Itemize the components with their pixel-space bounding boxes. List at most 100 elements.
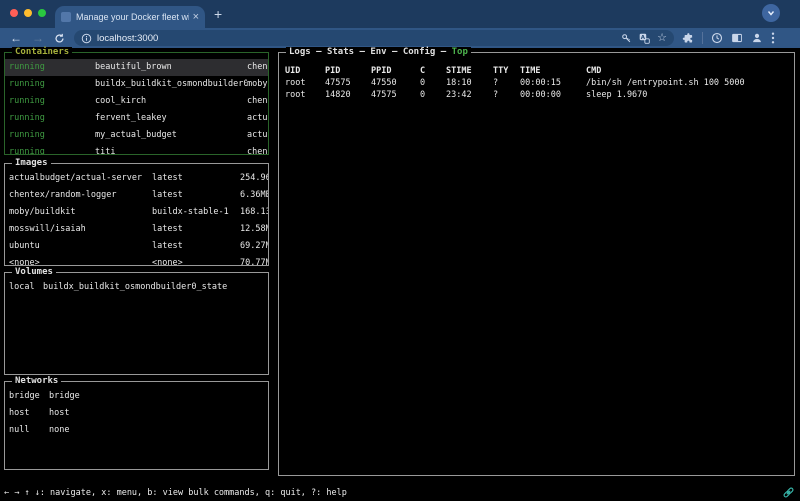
network-row[interactable]: host host	[5, 405, 268, 422]
tab-search-button[interactable]	[762, 4, 780, 22]
minimize-window-button[interactable]	[24, 9, 32, 17]
container-name: fervent_leakey	[95, 110, 247, 127]
image-row[interactable]: mosswill/isaiah latest 12.58MB	[5, 221, 268, 238]
tab-stats[interactable]: Stats	[327, 47, 354, 57]
network-name: bridge	[9, 388, 49, 405]
close-window-button[interactable]	[10, 9, 18, 17]
proc-cmd: sleep 1.9670	[586, 89, 794, 101]
container-row[interactable]: running fervent_leakey actualbudget/actu…	[5, 110, 268, 127]
image-name: moby/buildkit	[9, 204, 152, 221]
window-controls	[10, 9, 46, 17]
image-name: chentex/random-logger	[9, 187, 152, 204]
proc-cmd: /bin/sh /entrypoint.sh 100 5000	[586, 77, 794, 89]
container-row[interactable]: running buildx_buildkit_osmondbuilder0 m…	[5, 76, 268, 93]
address-bar[interactable]: localhost:3000 A ☆	[74, 30, 674, 46]
container-state: running	[9, 144, 95, 154]
col-c: C	[420, 65, 446, 77]
image-row[interactable]: ubuntu latest 69.27MB	[5, 238, 268, 255]
proc-time: 00:00:15	[520, 77, 586, 89]
tab-title: Manage your Docker fleet wi	[76, 12, 189, 22]
network-row[interactable]: bridge bridge	[5, 388, 268, 405]
volume-row[interactable]: local buildx_buildkit_osmondbuilder0_sta…	[5, 279, 268, 296]
image-row[interactable]: chentex/random-logger latest 6.36MB	[5, 187, 268, 204]
image-row[interactable]: actualbudget/actual-server latest 254.96…	[5, 170, 268, 187]
tab-env[interactable]: Env	[370, 47, 386, 57]
image-size: 70.77MB	[240, 255, 268, 265]
container-name: my_actual_budget	[95, 127, 247, 144]
container-state: running	[9, 76, 95, 93]
container-state: running	[9, 59, 95, 76]
proc-tty: ?	[493, 77, 520, 89]
proc-pid: 14820	[325, 89, 371, 101]
clock-extension-icon	[711, 32, 723, 44]
image-size: 12.58MB	[240, 221, 268, 238]
image-tag: latest	[152, 187, 240, 204]
inspector-tabs: Logs — Stats — Env — Config — Top	[286, 47, 471, 57]
profile-button[interactable]	[751, 32, 763, 44]
profile-avatar-icon	[751, 32, 763, 44]
col-time: TIME	[520, 65, 586, 77]
col-cmd: CMD	[586, 65, 794, 77]
password-manager-button[interactable]	[621, 33, 632, 44]
image-name: ubuntu	[9, 238, 152, 255]
container-image: chentex/random-logger	[247, 144, 268, 154]
site-info-icon[interactable]	[81, 33, 92, 44]
proc-stime: 23:42	[446, 89, 493, 101]
image-row[interactable]: moby/buildkit buildx-stable-1 168.13MB	[5, 204, 268, 221]
back-button[interactable]: ←	[10, 32, 22, 44]
url-text[interactable]: localhost:3000	[97, 33, 158, 44]
tab-logs[interactable]: Logs	[289, 47, 311, 57]
reload-button[interactable]	[54, 33, 65, 44]
network-driver: none	[49, 422, 268, 439]
container-state: running	[9, 127, 95, 144]
containers-list: running beautiful_brown chentex/random-l…	[5, 53, 268, 154]
container-row[interactable]: running titi chentex/random-logger	[5, 144, 268, 154]
process-table-header: UID PID PPID C STIME TTY TIME CMD	[285, 65, 794, 77]
maximize-window-button[interactable]	[38, 9, 46, 17]
network-driver: bridge	[49, 388, 268, 405]
tab-config[interactable]: Config	[403, 47, 436, 57]
puzzle-icon	[682, 32, 694, 44]
network-driver: host	[49, 405, 268, 422]
container-image: chentex/random-logger	[247, 93, 268, 110]
image-tag: latest	[152, 170, 240, 187]
volume-name: buildx_buildkit_osmondbuilder0_state	[43, 279, 268, 296]
translate-button[interactable]: A	[639, 33, 650, 44]
tab-favicon-icon	[61, 12, 71, 22]
browser-tab[interactable]: Manage your Docker fleet wi ×	[55, 6, 205, 28]
extension-shortcut-button[interactable]	[711, 32, 723, 44]
extensions-button[interactable]	[682, 32, 694, 44]
process-row: root 47575 47550 0 18:10 ? 00:00:15 /bin…	[285, 77, 794, 89]
image-name: actualbudget/actual-server	[9, 170, 152, 187]
tab-top[interactable]: Top	[452, 47, 468, 57]
container-name: buildx_buildkit_osmondbuilder0	[95, 76, 247, 93]
new-tab-button[interactable]: +	[214, 6, 222, 22]
image-size: 6.36MB	[240, 187, 268, 204]
three-dot-menu-icon	[771, 32, 775, 44]
col-uid: UID	[285, 65, 325, 77]
process-row: root 14820 47575 0 23:42 ? 00:00:00 slee…	[285, 89, 794, 101]
bookmark-star-icon[interactable]: ☆	[657, 33, 667, 44]
image-size: 254.96MB	[240, 170, 268, 187]
status-bar: ← → ↑ ↓: navigate, x: menu, b: view bulk…	[4, 488, 347, 498]
proc-stime: 18:10	[446, 77, 493, 89]
browser-menu-button[interactable]	[771, 32, 775, 44]
container-image: actualbudget/actual-server	[247, 110, 268, 127]
volumes-panel: Volumes local buildx_buildkit_osmondbuil…	[4, 272, 269, 375]
project-link[interactable]	[782, 486, 795, 499]
col-pid: PID	[325, 65, 371, 77]
container-image: chentex/random-logger	[247, 59, 268, 76]
image-row[interactable]: <none> <none> 70.77MB	[5, 255, 268, 265]
container-row[interactable]: running beautiful_brown chentex/random-l…	[5, 59, 268, 76]
tab-close-icon[interactable]: ×	[193, 12, 199, 23]
proc-uid: root	[285, 77, 325, 89]
col-ppid: PPID	[371, 65, 420, 77]
networks-panel: Networks bridge bridge host host null no…	[4, 381, 269, 470]
side-panel-button[interactable]	[731, 32, 743, 44]
container-row[interactable]: running cool_kirch chentex/random-logger	[5, 93, 268, 110]
container-row[interactable]: running my_actual_budget actualbudget/ac…	[5, 127, 268, 144]
translate-icon: A	[639, 33, 650, 44]
network-row[interactable]: null none	[5, 422, 268, 439]
forward-button[interactable]: →	[32, 32, 44, 44]
volume-driver: local	[9, 279, 43, 296]
